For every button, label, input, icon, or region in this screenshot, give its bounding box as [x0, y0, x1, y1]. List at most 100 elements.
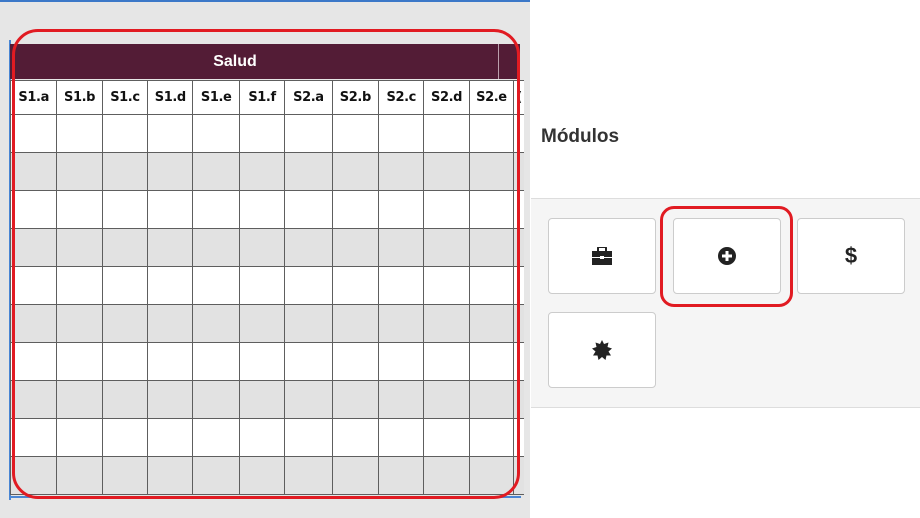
- grid-cell[interactable]: [147, 304, 194, 343]
- column-header[interactable]: S2.d: [423, 80, 470, 115]
- grid-cell[interactable]: [147, 418, 194, 457]
- grid-cell[interactable]: [101, 114, 149, 153]
- grid-cell[interactable]: [331, 304, 380, 343]
- grid-cell[interactable]: [423, 418, 470, 457]
- grid-cell[interactable]: [9, 418, 58, 457]
- grid-cell[interactable]: [423, 266, 470, 305]
- add-module-button[interactable]: [673, 218, 781, 294]
- grid-cell[interactable]: [468, 456, 515, 495]
- grid-cell[interactable]: [238, 456, 286, 495]
- grid-cell[interactable]: [378, 266, 425, 305]
- grid-cell[interactable]: [331, 152, 380, 191]
- grid-cell[interactable]: [423, 228, 470, 267]
- grid-cell[interactable]: [56, 266, 103, 305]
- grid-cell[interactable]: [513, 304, 524, 343]
- grid-cell[interactable]: [331, 266, 380, 305]
- grid-cell[interactable]: [9, 380, 58, 419]
- grid-cell[interactable]: [378, 152, 425, 191]
- grid-cell[interactable]: [513, 152, 524, 191]
- grid-cell[interactable]: [192, 114, 240, 153]
- grid-cell[interactable]: [238, 380, 286, 419]
- grid-cell[interactable]: [468, 266, 515, 305]
- grid-cell[interactable]: [468, 380, 515, 419]
- grid-cell[interactable]: [513, 190, 524, 229]
- grid-cell[interactable]: [468, 342, 515, 381]
- grid-cell[interactable]: [9, 190, 58, 229]
- grid-cell[interactable]: [101, 342, 149, 381]
- grid-cell[interactable]: [101, 456, 149, 495]
- grid-cell[interactable]: [513, 418, 524, 457]
- grid-cell[interactable]: [192, 266, 240, 305]
- grid-cell[interactable]: [284, 418, 333, 457]
- grid-cell[interactable]: [423, 342, 470, 381]
- column-header[interactable]: S2.c: [378, 80, 425, 115]
- column-header[interactable]: S2.e: [468, 80, 515, 115]
- grid-cell[interactable]: [468, 114, 515, 153]
- grid-cell[interactable]: [513, 380, 524, 419]
- certificate-module-button[interactable]: [548, 312, 656, 388]
- grid-cell[interactable]: [147, 266, 194, 305]
- grid-cell[interactable]: [56, 114, 103, 153]
- grid-cell[interactable]: [331, 456, 380, 495]
- grid-cell[interactable]: [101, 152, 149, 191]
- grid-cell[interactable]: [192, 190, 240, 229]
- grid-cell[interactable]: [378, 114, 425, 153]
- grid-cell[interactable]: [331, 190, 380, 229]
- grid-cell[interactable]: [9, 266, 58, 305]
- grid-cell[interactable]: [56, 456, 103, 495]
- grid-cell[interactable]: [331, 114, 380, 153]
- grid-cell[interactable]: [284, 380, 333, 419]
- grid-cell[interactable]: [284, 342, 333, 381]
- grid-cell[interactable]: [192, 152, 240, 191]
- group-header-salud[interactable]: Salud: [10, 44, 520, 79]
- grid-cell[interactable]: [423, 456, 470, 495]
- grid-cell[interactable]: [284, 456, 333, 495]
- column-header[interactable]: S1.b: [56, 80, 103, 115]
- grid-cell[interactable]: [238, 228, 286, 267]
- grid-cell[interactable]: [192, 418, 240, 457]
- grid-cell[interactable]: [101, 190, 149, 229]
- grid-cell[interactable]: [192, 342, 240, 381]
- grid-cell[interactable]: [56, 228, 103, 267]
- grid-cell[interactable]: [378, 228, 425, 267]
- grid-cell[interactable]: [147, 114, 194, 153]
- grid-cell[interactable]: [101, 418, 149, 457]
- grid-cell[interactable]: [284, 228, 333, 267]
- grid-cell[interactable]: [56, 190, 103, 229]
- column-header[interactable]: S1.d: [147, 80, 194, 115]
- column-header[interactable]: S1.a: [9, 80, 58, 115]
- grid-cell[interactable]: [331, 228, 380, 267]
- column-header[interactable]: S1.e: [192, 80, 240, 115]
- grid-cell[interactable]: [513, 342, 524, 381]
- grid-cell[interactable]: [513, 114, 524, 153]
- grid-cell[interactable]: [378, 304, 425, 343]
- grid-cell[interactable]: [56, 418, 103, 457]
- grid-cell[interactable]: [192, 228, 240, 267]
- grid-cell[interactable]: [147, 456, 194, 495]
- grid-cell[interactable]: [378, 380, 425, 419]
- grid-cell[interactable]: [147, 380, 194, 419]
- grid-cell[interactable]: [284, 304, 333, 343]
- grid-cell[interactable]: [9, 228, 58, 267]
- grid-cell[interactable]: [284, 190, 333, 229]
- grid-cell[interactable]: [284, 152, 333, 191]
- grid-cell[interactable]: [378, 456, 425, 495]
- grid-cell[interactable]: [331, 418, 380, 457]
- grid-cell[interactable]: [423, 304, 470, 343]
- grid-cell[interactable]: [147, 342, 194, 381]
- grid-cell[interactable]: [331, 380, 380, 419]
- grid-cell[interactable]: [238, 266, 286, 305]
- grid-cell[interactable]: [56, 304, 103, 343]
- dollar-module-button[interactable]: $: [797, 218, 905, 294]
- grid-cell[interactable]: [192, 456, 240, 495]
- grid-cell[interactable]: [423, 152, 470, 191]
- grid-cell[interactable]: [238, 304, 286, 343]
- grid-cell[interactable]: [9, 152, 58, 191]
- grid-cell[interactable]: [238, 190, 286, 229]
- column-header[interactable]: S2.a: [284, 80, 333, 115]
- grid-cell[interactable]: [192, 380, 240, 419]
- grid-cell[interactable]: [331, 342, 380, 381]
- column-header[interactable]: S2.b: [331, 80, 380, 115]
- column-header[interactable]: (: [513, 80, 524, 115]
- grid-cell[interactable]: [513, 228, 524, 267]
